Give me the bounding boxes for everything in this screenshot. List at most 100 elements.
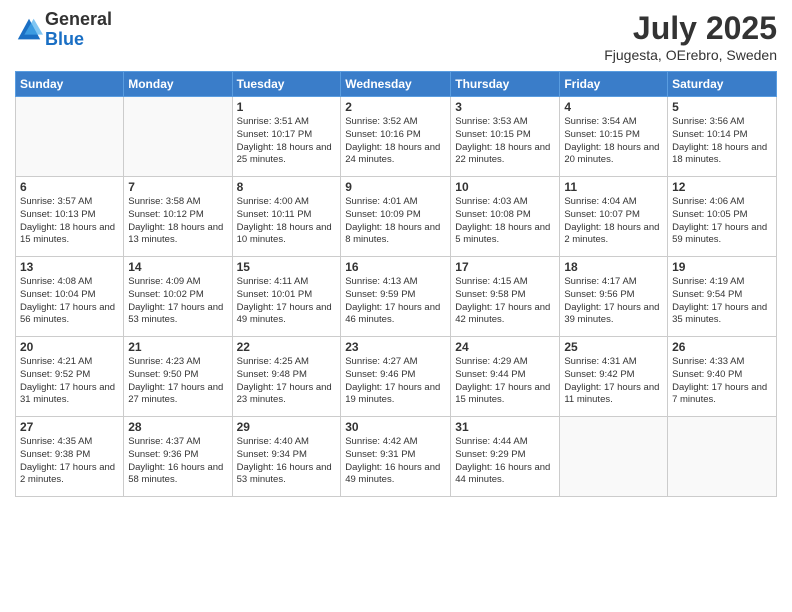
calendar-week-1: 1Sunrise: 3:51 AM Sunset: 10:17 PM Dayli… xyxy=(16,97,777,177)
table-row: 8 Sunrise: 4:00 AM Sunset: 10:11 PM Dayli… xyxy=(232,177,341,257)
col-thursday: Thursday xyxy=(451,72,560,97)
table-row: 6 Sunrise: 3:57 AM Sunset: 10:13 PM Dayli… xyxy=(16,177,124,257)
day-content: Sunrise: 3:54 AM Sunset: 10:15 PM Daylig… xyxy=(564,116,663,167)
day-content: Sunrise: 4:44 AM Sunset: 9:29 PM Dayligh… xyxy=(455,436,555,487)
logo-icon xyxy=(15,16,43,44)
day-number: 3 xyxy=(455,100,555,114)
day-content: Sunrise: 3:58 AM Sunset: 10:12 PM Daylig… xyxy=(128,196,227,247)
day-number: 20 xyxy=(20,340,119,354)
month-title: July 2025 xyxy=(604,10,777,47)
day-content: Sunrise: 4:27 AM Sunset: 9:46 PM Dayligh… xyxy=(345,356,446,407)
day-content: Sunrise: 4:42 AM Sunset: 9:31 PM Dayligh… xyxy=(345,436,446,487)
table-row xyxy=(560,417,668,497)
day-content: Sunrise: 3:56 AM Sunset: 10:14 PM Daylig… xyxy=(672,116,772,167)
day-content: Sunrise: 4:13 AM Sunset: 9:59 PM Dayligh… xyxy=(345,276,446,327)
day-content: Sunrise: 4:08 AM Sunset: 10:04 PM Daylig… xyxy=(20,276,119,327)
day-number: 7 xyxy=(128,180,227,194)
table-row: 20Sunrise: 4:21 AM Sunset: 9:52 PM Dayli… xyxy=(16,337,124,417)
calendar-table: Sunday Monday Tuesday Wednesday Thursday… xyxy=(15,71,777,497)
day-number: 8 xyxy=(237,180,337,194)
table-row: 15 Sunrise: 4:11 AM Sunset: 10:01 PM Dayl… xyxy=(232,257,341,337)
table-row: 12 Sunrise: 4:06 AM Sunset: 10:05 PM Dayl… xyxy=(668,177,777,257)
table-row: 22 Sunrise: 4:25 AM Sunset: 9:48 PM Dayli… xyxy=(232,337,341,417)
table-row: 1Sunrise: 3:51 AM Sunset: 10:17 PM Dayli… xyxy=(232,97,341,177)
day-content: Sunrise: 4:01 AM Sunset: 10:09 PM Daylig… xyxy=(345,196,446,247)
day-number: 17 xyxy=(455,260,555,274)
calendar-week-5: 27 Sunrise: 4:35 AM Sunset: 9:38 PM Dayli… xyxy=(16,417,777,497)
day-number: 30 xyxy=(345,420,446,434)
table-row: 23 Sunrise: 4:27 AM Sunset: 9:46 PM Dayli… xyxy=(341,337,451,417)
table-row: 29Sunrise: 4:40 AM Sunset: 9:34 PM Dayli… xyxy=(232,417,341,497)
day-content: Sunrise: 4:40 AM Sunset: 9:34 PM Dayligh… xyxy=(237,436,337,487)
day-content: Sunrise: 3:51 AM Sunset: 10:17 PM Daylig… xyxy=(237,116,337,167)
calendar-week-2: 6 Sunrise: 3:57 AM Sunset: 10:13 PM Dayli… xyxy=(16,177,777,257)
page-header: General Blue July 2025 Fjugesta, OErebro… xyxy=(15,10,777,63)
day-content: Sunrise: 4:11 AM Sunset: 10:01 PM Daylig… xyxy=(237,276,337,327)
table-row: 14 Sunrise: 4:09 AM Sunset: 10:02 PM Dayl… xyxy=(124,257,232,337)
day-number: 5 xyxy=(672,100,772,114)
day-content: Sunrise: 4:37 AM Sunset: 9:36 PM Dayligh… xyxy=(128,436,227,487)
table-row: 3 Sunrise: 3:53 AM Sunset: 10:15 PM Dayli… xyxy=(451,97,560,177)
day-number: 27 xyxy=(20,420,119,434)
day-number: 10 xyxy=(455,180,555,194)
day-number: 22 xyxy=(237,340,337,354)
day-content: Sunrise: 4:33 AM Sunset: 9:40 PM Dayligh… xyxy=(672,356,772,407)
table-row: 28 Sunrise: 4:37 AM Sunset: 9:36 PM Dayli… xyxy=(124,417,232,497)
day-content: Sunrise: 4:06 AM Sunset: 10:05 PM Daylig… xyxy=(672,196,772,247)
calendar-week-4: 20Sunrise: 4:21 AM Sunset: 9:52 PM Dayli… xyxy=(16,337,777,417)
day-number: 26 xyxy=(672,340,772,354)
table-row: 10 Sunrise: 4:03 AM Sunset: 10:08 PM Dayl… xyxy=(451,177,560,257)
day-content: Sunrise: 4:19 AM Sunset: 9:54 PM Dayligh… xyxy=(672,276,772,327)
day-number: 23 xyxy=(345,340,446,354)
day-number: 6 xyxy=(20,180,119,194)
day-number: 28 xyxy=(128,420,227,434)
day-content: Sunrise: 4:29 AM Sunset: 9:44 PM Dayligh… xyxy=(455,356,555,407)
day-number: 25 xyxy=(564,340,663,354)
table-row: 26 Sunrise: 4:33 AM Sunset: 9:40 PM Dayli… xyxy=(668,337,777,417)
day-content: Sunrise: 3:57 AM Sunset: 10:13 PM Daylig… xyxy=(20,196,119,247)
table-row: 13Sunrise: 4:08 AM Sunset: 10:04 PM Dayl… xyxy=(16,257,124,337)
col-saturday: Saturday xyxy=(668,72,777,97)
day-content: Sunrise: 4:31 AM Sunset: 9:42 PM Dayligh… xyxy=(564,356,663,407)
col-monday: Monday xyxy=(124,72,232,97)
day-content: Sunrise: 4:17 AM Sunset: 9:56 PM Dayligh… xyxy=(564,276,663,327)
day-content: Sunrise: 4:15 AM Sunset: 9:58 PM Dayligh… xyxy=(455,276,555,327)
logo-text: General Blue xyxy=(45,10,112,50)
day-number: 11 xyxy=(564,180,663,194)
day-number: 16 xyxy=(345,260,446,274)
table-row: 5 Sunrise: 3:56 AM Sunset: 10:14 PM Dayli… xyxy=(668,97,777,177)
day-number: 19 xyxy=(672,260,772,274)
table-row: 25 Sunrise: 4:31 AM Sunset: 9:42 PM Dayli… xyxy=(560,337,668,417)
day-number: 12 xyxy=(672,180,772,194)
table-row: 31 Sunrise: 4:44 AM Sunset: 9:29 PM Dayli… xyxy=(451,417,560,497)
day-number: 2 xyxy=(345,100,446,114)
day-number: 24 xyxy=(455,340,555,354)
day-content: Sunrise: 4:03 AM Sunset: 10:08 PM Daylig… xyxy=(455,196,555,247)
calendar-week-3: 13Sunrise: 4:08 AM Sunset: 10:04 PM Dayl… xyxy=(16,257,777,337)
day-content: Sunrise: 4:09 AM Sunset: 10:02 PM Daylig… xyxy=(128,276,227,327)
calendar-header-row: Sunday Monday Tuesday Wednesday Thursday… xyxy=(16,72,777,97)
day-number: 21 xyxy=(128,340,227,354)
day-content: Sunrise: 4:23 AM Sunset: 9:50 PM Dayligh… xyxy=(128,356,227,407)
logo: General Blue xyxy=(15,10,112,50)
day-content: Sunrise: 3:53 AM Sunset: 10:15 PM Daylig… xyxy=(455,116,555,167)
day-content: Sunrise: 4:35 AM Sunset: 9:38 PM Dayligh… xyxy=(20,436,119,487)
table-row: 21 Sunrise: 4:23 AM Sunset: 9:50 PM Dayli… xyxy=(124,337,232,417)
day-number: 31 xyxy=(455,420,555,434)
table-row: 18Sunrise: 4:17 AM Sunset: 9:56 PM Dayli… xyxy=(560,257,668,337)
table-row xyxy=(124,97,232,177)
table-row: 30 Sunrise: 4:42 AM Sunset: 9:31 PM Dayli… xyxy=(341,417,451,497)
col-friday: Friday xyxy=(560,72,668,97)
table-row xyxy=(668,417,777,497)
day-number: 15 xyxy=(237,260,337,274)
day-content: Sunrise: 4:00 AM Sunset: 10:11 PM Daylig… xyxy=(237,196,337,247)
day-content: Sunrise: 4:25 AM Sunset: 9:48 PM Dayligh… xyxy=(237,356,337,407)
table-row: 24 Sunrise: 4:29 AM Sunset: 9:44 PM Dayli… xyxy=(451,337,560,417)
title-block: July 2025 Fjugesta, OErebro, Sweden xyxy=(604,10,777,63)
table-row: 16 Sunrise: 4:13 AM Sunset: 9:59 PM Dayli… xyxy=(341,257,451,337)
day-number: 14 xyxy=(128,260,227,274)
table-row: 7 Sunrise: 3:58 AM Sunset: 10:12 PM Dayli… xyxy=(124,177,232,257)
day-content: Sunrise: 4:04 AM Sunset: 10:07 PM Daylig… xyxy=(564,196,663,247)
table-row: 11 Sunrise: 4:04 AM Sunset: 10:07 PM Dayl… xyxy=(560,177,668,257)
table-row: 19 Sunrise: 4:19 AM Sunset: 9:54 PM Dayli… xyxy=(668,257,777,337)
